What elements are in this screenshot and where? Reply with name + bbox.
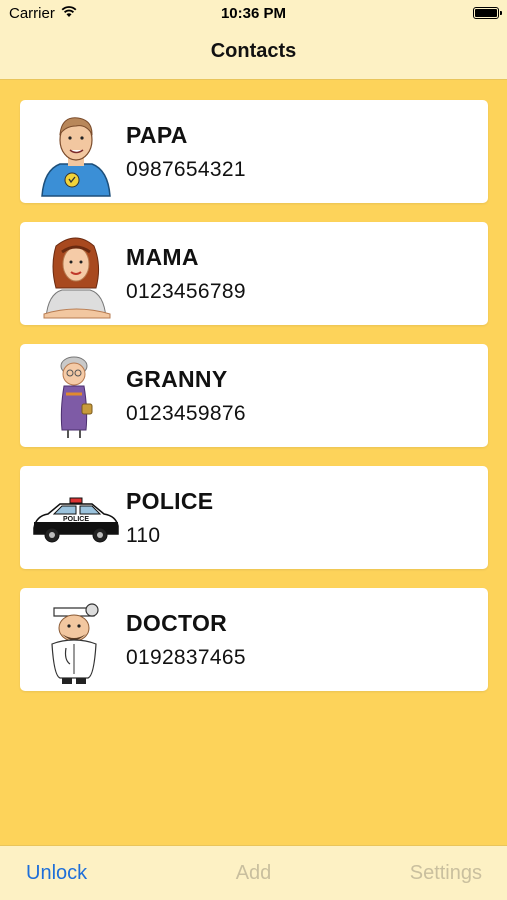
contact-phone: 0123459876 (126, 402, 246, 425)
status-bar: Carrier 10:36 PM (0, 0, 507, 28)
doctor-avatar-icon (30, 594, 122, 686)
contact-name: PAPA (126, 122, 188, 148)
mother-avatar-icon (30, 228, 122, 320)
battery-icon (473, 7, 502, 19)
contact-name: MAMA (126, 244, 199, 270)
contact-phone: 0192837465 (126, 646, 246, 669)
contact-card-police[interactable]: POLICE POLICE 110 (20, 466, 488, 569)
contact-list: PAPA 0987654321 MAMA 0123456789 GRANNY 0… (20, 100, 488, 710)
contact-phone: 0123456789 (126, 280, 246, 303)
grandmother-avatar-icon (30, 350, 122, 442)
contact-card-mama[interactable]: MAMA 0123456789 (20, 222, 488, 325)
contact-phone: 0987654321 (126, 158, 246, 181)
tab-bar: Unlock Add Settings (0, 845, 507, 900)
contact-name: POLICE (126, 488, 214, 514)
contact-card-granny[interactable]: GRANNY 0123459876 (20, 344, 488, 447)
status-time: 10:36 PM (220, 5, 287, 22)
contact-phone: 110 (126, 524, 161, 547)
contact-card-doctor[interactable]: DOCTOR 0192837465 (20, 588, 488, 691)
contact-name: GRANNY (126, 366, 228, 392)
navigation-bar: Contacts (0, 28, 507, 80)
svg-text:POLICE: POLICE (63, 516, 89, 523)
contact-card-papa[interactable]: PAPA 0987654321 (20, 100, 488, 203)
settings-button[interactable]: Settings (410, 862, 482, 885)
father-avatar-icon (30, 106, 122, 198)
police-car-icon: POLICE (30, 472, 122, 564)
page-title: Contacts (210, 40, 297, 62)
contact-name: DOCTOR (126, 610, 228, 636)
